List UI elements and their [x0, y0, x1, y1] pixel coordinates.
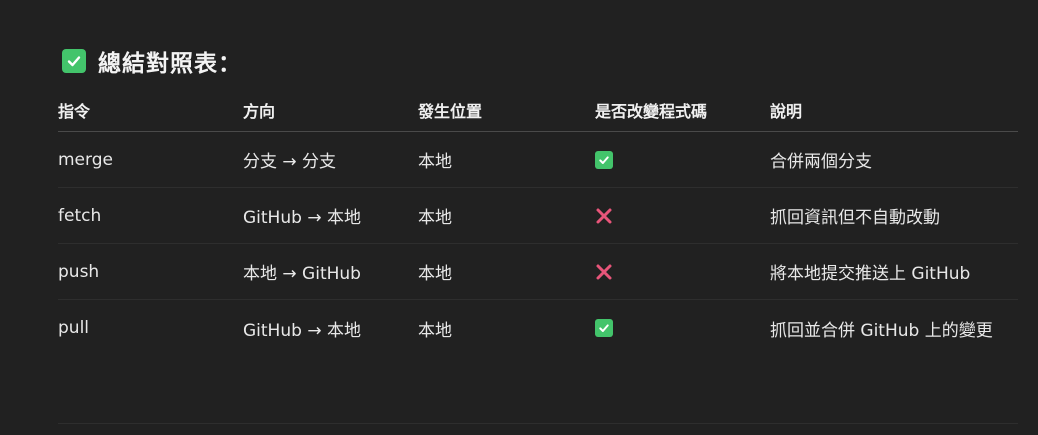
description-cell: 合併兩個分支 [770, 152, 872, 172]
check-icon [595, 150, 613, 169]
table-row: pull GitHub → 本地 本地 抓回並合併 GitHub 上的變更 [58, 300, 1018, 356]
command-cell: fetch [58, 205, 102, 226]
table-row: fetch GitHub → 本地 本地 抓回資訊但不自動改動 [58, 188, 1018, 244]
table-row: merge 分支 → 分支 本地 合併兩個分支 [58, 132, 1018, 188]
changes-code-cell [595, 150, 770, 169]
changes-code-cell [595, 207, 770, 225]
changes-code-cell [595, 319, 770, 337]
direction-cell: 分支 → 分支 [243, 152, 337, 172]
cross-icon [596, 264, 612, 279]
cross-icon [596, 208, 612, 223]
column-header-description: 說明 [770, 101, 803, 121]
location-cell: 本地 [418, 152, 452, 172]
column-header-location: 發生位置 [418, 101, 483, 121]
divider [58, 423, 1018, 424]
comparison-table: 指令 方向 發生位置 是否改變程式碼 說明 merge 分支 → 分支 本地 合… [58, 88, 1018, 356]
check-icon [595, 319, 613, 337]
direction-cell: 本地 → GitHub [243, 264, 361, 284]
table-row: push 本地 → GitHub 本地 將本地提交推送上 GitHub [58, 244, 1018, 300]
command-cell: push [58, 261, 100, 282]
command-cell: pull [58, 318, 90, 338]
column-header-changes-code: 是否改變程式碼 [595, 101, 708, 121]
column-header-command: 指令 [58, 101, 91, 121]
check-mark-button-icon [62, 49, 86, 73]
description-cell: 抓回並合併 GitHub 上的變更 [770, 320, 993, 341]
column-header-direction: 方向 [243, 101, 276, 121]
location-cell: 本地 [418, 264, 452, 284]
description-cell: 抓回資訊但不自動改動 [770, 208, 940, 228]
direction-cell: GitHub → 本地 [243, 320, 361, 341]
table-header-row: 指令 方向 發生位置 是否改變程式碼 說明 [58, 88, 1018, 132]
location-cell: 本地 [418, 208, 452, 228]
location-cell: 本地 [418, 320, 452, 341]
section-title: 總結對照表： [98, 51, 242, 77]
changes-code-cell [595, 263, 770, 281]
direction-cell: GitHub → 本地 [243, 208, 361, 228]
command-cell: merge [58, 149, 113, 170]
description-cell: 將本地提交推送上 GitHub [770, 264, 971, 284]
section-heading: 總結對照表： [62, 46, 242, 77]
